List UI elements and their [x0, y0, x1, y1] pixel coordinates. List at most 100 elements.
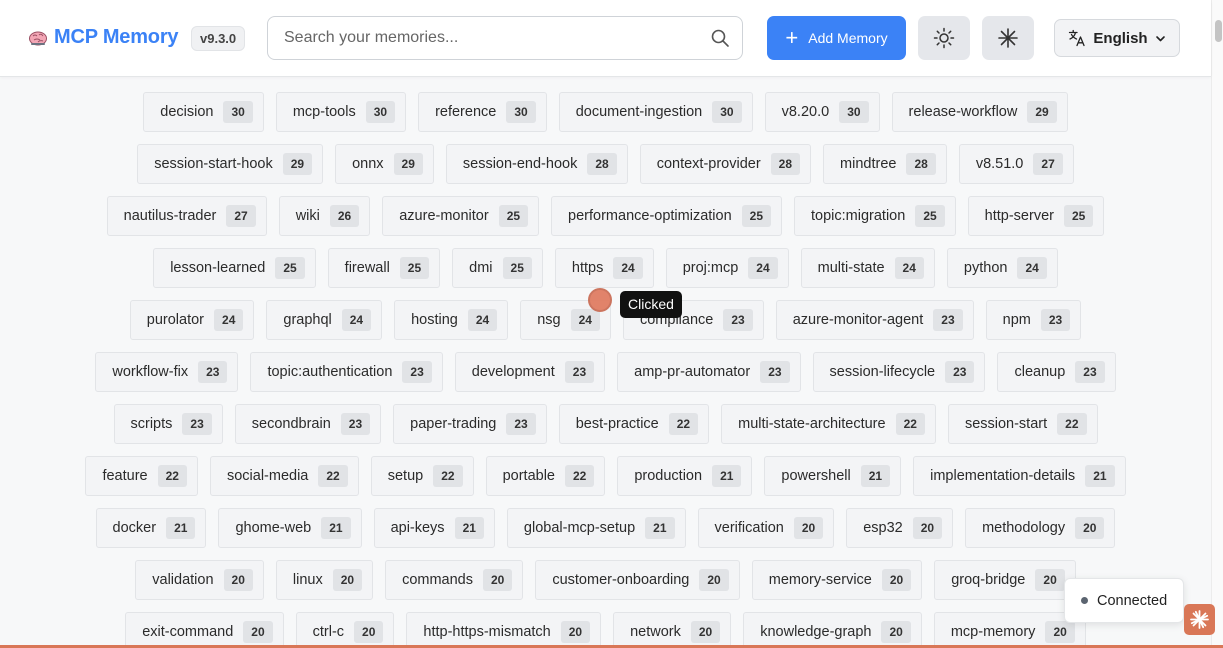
tag-chip[interactable]: workflow-fix 23: [95, 352, 239, 392]
tag-chip[interactable]: setup 22: [370, 456, 474, 496]
tag-chip[interactable]: document-ingestion 30: [558, 92, 753, 132]
tag-label: scripts: [130, 416, 173, 432]
tag-label: topic:authentication: [267, 364, 393, 380]
tag-chip[interactable]: firewall 25: [327, 248, 441, 288]
tag-label: secondbrain: [251, 416, 331, 432]
tag-chip[interactable]: scripts 23: [113, 404, 223, 444]
tag-chip[interactable]: v8.20.0 30: [764, 92, 880, 132]
tag-chip[interactable]: v8.51.0 27: [958, 144, 1074, 184]
tag-chip[interactable]: azure-monitor-agent 23: [775, 300, 974, 340]
tag-chip[interactable]: purolator 24: [129, 300, 255, 340]
tag-chip[interactable]: verification 20: [697, 508, 835, 548]
tag-chip[interactable]: graphql 24: [266, 300, 383, 340]
tag-chip[interactable]: onnx 29: [335, 144, 434, 184]
tag-chip[interactable]: paper-trading 23: [393, 404, 547, 444]
tag-row: exit-command 20 ctrl-c 20 http-https-mismatc…: [0, 612, 1211, 645]
tag-chip[interactable]: http-https-mismatch 20: [406, 612, 602, 645]
tag-chip[interactable]: api-keys 21: [373, 508, 495, 548]
tag-count-badge: 24: [214, 309, 244, 331]
tag-chip[interactable]: ctrl-c 20: [295, 612, 395, 645]
add-memory-button[interactable]: + Add Memory: [767, 16, 906, 60]
tag-chip[interactable]: mcp-tools 30: [275, 92, 407, 132]
tag-row: feature 22 social-media 22 setup 22 portable 22…: [0, 456, 1211, 496]
page-scrollbar[interactable]: [1211, 0, 1223, 645]
tag-chip[interactable]: memory-service 20: [751, 560, 923, 600]
tag-chip[interactable]: best-practice 22: [558, 404, 710, 444]
tag-chip[interactable]: esp32 20: [846, 508, 954, 548]
tag-chip[interactable]: context-provider 28: [639, 144, 812, 184]
search-icon[interactable]: [710, 28, 730, 48]
tag-chip[interactable]: methodology 20: [965, 508, 1116, 548]
tag-chip[interactable]: wiki 26: [278, 196, 371, 236]
tag-chip[interactable]: hosting 24: [394, 300, 509, 340]
tag-label: feature: [102, 468, 148, 484]
tag-chip[interactable]: network 20: [613, 612, 732, 645]
tag-chip[interactable]: knowledge-graph 20: [743, 612, 922, 645]
tag-chip[interactable]: portable 22: [485, 456, 606, 496]
search-box[interactable]: [267, 16, 743, 60]
tag-chip[interactable]: global-mcp-setup 21: [506, 508, 686, 548]
tag-label: v8.51.0: [975, 156, 1024, 172]
tag-label: methodology: [982, 520, 1066, 536]
brand[interactable]: MCP Memory: [28, 26, 179, 49]
language-selector[interactable]: English: [1054, 19, 1180, 57]
tag-chip[interactable]: topic:authentication 23: [250, 352, 443, 392]
tag-chip[interactable]: http-server 25: [967, 196, 1105, 236]
tag-chip[interactable]: release-workflow 29: [891, 92, 1068, 132]
tag-count-badge: 20: [482, 569, 513, 591]
tag-chip[interactable]: production 21: [617, 456, 753, 496]
tag-label: python: [963, 260, 1008, 276]
tag-chip[interactable]: development 23: [454, 352, 606, 392]
tag-chip[interactable]: decision 30: [143, 92, 264, 132]
tag-count-badge: 21: [645, 517, 675, 539]
tag-chip[interactable]: ghome-web 21: [218, 508, 362, 548]
tag-chip[interactable]: session-start-hook 29: [137, 144, 324, 184]
tag-chip[interactable]: docker 21: [95, 508, 207, 548]
tag-chip[interactable]: proj:mcp 24: [665, 248, 789, 288]
tag-chip[interactable]: commands 20: [385, 560, 524, 600]
tag-chip[interactable]: social-media 22: [209, 456, 359, 496]
extra-settings-button[interactable]: [982, 16, 1034, 60]
tag-chip[interactable]: implementation-details 21: [913, 456, 1126, 496]
tag-chip[interactable]: topic:migration 25: [794, 196, 956, 236]
tag-chip[interactable]: exit-command 20: [125, 612, 284, 645]
scrollbar-thumb[interactable]: [1215, 20, 1222, 42]
tag-row: workflow-fix 23 topic:authentication 23 deve…: [0, 352, 1211, 392]
theme-toggle-button[interactable]: [918, 16, 970, 60]
tag-chip[interactable]: customer-onboarding 20: [535, 560, 740, 600]
tag-count-badge: 30: [365, 101, 396, 123]
tag-label: multi-state-architecture: [738, 416, 886, 432]
tag-chip[interactable]: mcp-memory 20: [933, 612, 1086, 645]
tag-chip[interactable]: session-start 22: [947, 404, 1098, 444]
tag-chip[interactable]: session-end-hook 28: [445, 144, 628, 184]
tag-row: validation 20 linux 20 commands 20 customer-on…: [0, 560, 1211, 600]
tag-chip[interactable]: lesson-learned 25: [153, 248, 316, 288]
tag-chip[interactable]: multi-state 24: [800, 248, 935, 288]
tag-chip[interactable]: npm 23: [985, 300, 1082, 340]
tag-chip[interactable]: performance-optimization 25: [551, 196, 783, 236]
tag-chip[interactable]: mindtree 28: [823, 144, 947, 184]
tag-chip[interactable]: amp-pr-automator 23: [617, 352, 801, 392]
search-input[interactable]: [284, 29, 710, 47]
tag-chip[interactable]: linux 20: [275, 560, 374, 600]
tag-chip[interactable]: session-lifecycle 23: [812, 352, 986, 392]
tag-count-badge: 24: [467, 309, 498, 331]
tag-chip[interactable]: cleanup 23: [997, 352, 1116, 392]
tag-chip[interactable]: python 24: [946, 248, 1058, 288]
tag-chip[interactable]: azure-monitor 25: [382, 196, 540, 236]
tag-chip[interactable]: validation 20: [135, 560, 264, 600]
tag-count-badge: 30: [839, 101, 869, 123]
tag-chip[interactable]: https 24: [554, 248, 654, 288]
tag-chip[interactable]: secondbrain 23: [234, 404, 382, 444]
tag-chip[interactable]: reference 30: [418, 92, 547, 132]
status-label: Connected: [1097, 592, 1168, 609]
tag-chip[interactable]: groq-bridge 20: [934, 560, 1076, 600]
tag-chip[interactable]: multi-state-architecture 22: [721, 404, 936, 444]
claude-badge[interactable]: [1184, 604, 1215, 635]
tag-chip[interactable]: feature 22: [85, 456, 198, 496]
tag-label: document-ingestion: [575, 104, 703, 120]
tag-chip[interactable]: nautilus-trader 27: [106, 196, 267, 236]
tag-chip[interactable]: dmi 25: [452, 248, 543, 288]
tag-count-badge: 23: [564, 361, 595, 383]
tag-chip[interactable]: powershell 21: [764, 456, 902, 496]
